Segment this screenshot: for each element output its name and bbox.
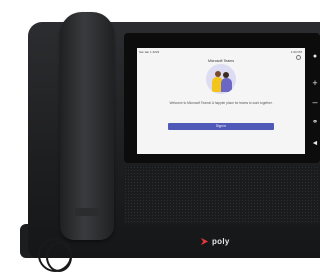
status-time: 1:00 PM — [290, 50, 302, 54]
volume-up-icon[interactable]: + — [310, 78, 320, 88]
headset-icon[interactable]: ⚭ — [310, 118, 320, 128]
poly-logo-icon — [200, 237, 209, 246]
touch-screen[interactable]: Sat Jan 1 2023 1:00 PM Microsoft Teams W… — [137, 48, 305, 154]
welcome-message: Welcome to Microsoft Teams! A happier pl… — [169, 101, 273, 105]
handset[interactable] — [60, 12, 114, 240]
volume-down-icon[interactable]: – — [310, 97, 320, 107]
illustration-person-head — [215, 71, 221, 77]
sign-in-button[interactable]: Sign in — [168, 123, 274, 130]
brand-name: poly — [212, 237, 230, 246]
status-date: Sat Jan 1 2023 — [139, 50, 160, 54]
contacts-icon[interactable]: ● — [310, 52, 320, 62]
handset-brand-mark — [75, 208, 99, 216]
welcome-illustration — [206, 64, 236, 94]
speaker-grille — [124, 166, 320, 224]
illustration-person — [221, 78, 232, 92]
handset-cord-coil — [46, 242, 72, 272]
illustration-person-head — [223, 72, 229, 78]
app-title: Microsoft Teams — [207, 59, 235, 63]
speaker-icon[interactable]: ◄ — [310, 139, 320, 149]
